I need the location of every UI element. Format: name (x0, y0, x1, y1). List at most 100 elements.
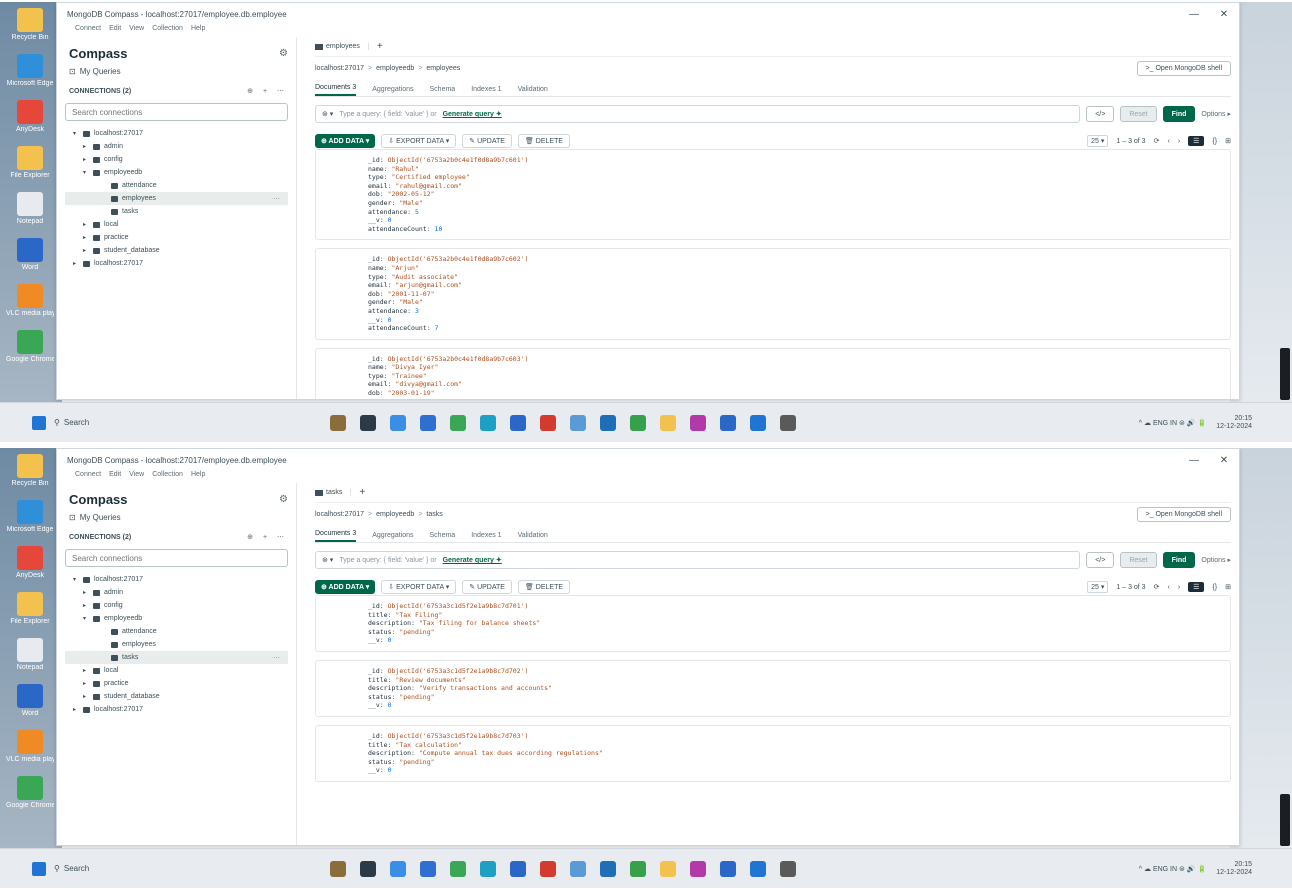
connections-actions[interactable]: ⊕ + ⋯ (247, 87, 288, 95)
desktop-icon[interactable]: File Explorer (10, 592, 50, 626)
menu-item[interactable]: Help (191, 25, 205, 37)
taskbar-app-icon[interactable] (450, 414, 466, 431)
taskbar-app-icon[interactable] (570, 860, 586, 877)
taskbar-search[interactable]: ⚲ Search (54, 864, 89, 873)
minimize-button[interactable]: — (1179, 9, 1209, 20)
export-data-button[interactable]: ⇩ EXPORT DATA ▾ (381, 134, 457, 148)
next-page-icon[interactable]: › (1178, 584, 1180, 591)
more-options-icon[interactable]: ⋯ (273, 654, 280, 662)
desktop-icon[interactable]: Google Chrome (6, 776, 54, 810)
document-card[interactable]: _id: ObjectId('6753a3c1d5f2e1a9b8c7d701'… (315, 595, 1231, 652)
subtab[interactable]: Aggregations (372, 532, 413, 542)
chevron-icon[interactable]: ▸ (83, 693, 89, 700)
tree-item[interactable]: attendance (65, 179, 288, 192)
tray-icons[interactable]: ^ ☁ ENG IN ⊜ 🔊 🔋 (1139, 419, 1206, 427)
document-card[interactable]: _id: ObjectId('6753a3c1d5f2e1a9b8c7d703'… (315, 724, 1231, 782)
collection-tab[interactable]: tasks (315, 489, 352, 496)
taskbar-app-icon[interactable] (750, 414, 766, 431)
desktop-icon[interactable]: Google Chrome (6, 330, 54, 364)
minimize-button[interactable]: — (1179, 455, 1209, 466)
update-button[interactable]: ✎ UPDATE (462, 134, 512, 148)
taskbar-app-icon[interactable] (330, 860, 346, 877)
tree-item[interactable]: attendance (65, 625, 288, 638)
chevron-icon[interactable]: ▸ (83, 247, 89, 254)
prev-page-icon[interactable]: ‹ (1167, 584, 1169, 591)
table-view-icon[interactable]: ⊞ (1225, 137, 1231, 145)
taskbar-app-icon[interactable] (540, 860, 556, 877)
query-input[interactable]: ⊛ ▾ Type a query: { field: 'value' } or Ge… (315, 551, 1081, 569)
find-button[interactable]: Find (1162, 552, 1196, 568)
breadcrumb-item[interactable]: employeedb (376, 65, 414, 72)
tree-item[interactable]: ▾ employeedb (65, 612, 288, 625)
page-size-select[interactable]: 25 ▾ (1087, 581, 1109, 593)
query-history-icon[interactable]: ⊛ ▾ (322, 110, 333, 118)
clock[interactable]: 20:15 12-12-2024 (1216, 861, 1252, 877)
taskbar-app-icon[interactable] (480, 414, 496, 431)
tree-item[interactable]: ▸ practice (65, 231, 288, 244)
taskbar-app-icon[interactable] (630, 860, 646, 877)
breadcrumb-item[interactable]: employees (426, 65, 460, 72)
add-data-button[interactable]: ⊕ ADD DATA ▾ (315, 580, 376, 594)
taskbar-app-icon[interactable] (690, 414, 706, 431)
taskbar-app-icon[interactable] (480, 860, 496, 877)
collection-tab[interactable]: employees (315, 43, 369, 50)
tree-item[interactable]: ▸ localhost:27017 (65, 257, 288, 270)
taskbar-app-icon[interactable] (720, 414, 736, 431)
tree-item[interactable]: ▾ localhost:27017 (65, 573, 288, 586)
tree-item[interactable]: ▸ student_database (65, 690, 288, 703)
desktop-icon[interactable]: VLC media player (6, 284, 54, 318)
breadcrumb-item[interactable]: tasks (426, 511, 442, 518)
chevron-icon[interactable]: ▸ (83, 234, 89, 241)
tree-item[interactable]: ▸ local (65, 664, 288, 677)
query-input[interactable]: ⊛ ▾ Type a query: { field: 'value' } or Ge… (315, 105, 1081, 123)
chevron-icon[interactable]: ▾ (83, 615, 89, 622)
new-tab-icon[interactable]: + (359, 487, 365, 498)
page-size-select[interactable]: 25 ▾ (1087, 135, 1109, 147)
taskbar-app-icon[interactable] (420, 860, 436, 877)
taskbar-app-icon[interactable] (570, 414, 586, 431)
menu-item[interactable]: Connect (75, 471, 101, 483)
tree-item[interactable]: ▸ practice (65, 677, 288, 690)
windows-start-icon[interactable] (32, 861, 46, 876)
menu-item[interactable]: Edit (109, 25, 121, 37)
search-connections-input[interactable] (65, 103, 288, 121)
subtab[interactable]: Documents 3 (315, 84, 357, 96)
widget-icon[interactable] (1280, 348, 1290, 400)
chevron-icon[interactable]: ▸ (83, 221, 89, 228)
taskbar-app-icon[interactable] (690, 860, 706, 877)
close-button[interactable]: ✕ (1209, 9, 1239, 20)
explain-button[interactable]: </> (1086, 552, 1115, 568)
tree-item[interactable]: employees (65, 638, 288, 651)
taskbar-app-icon[interactable] (510, 414, 526, 431)
breadcrumb-item[interactable]: employeedb (376, 511, 414, 518)
desktop-icon[interactable]: AnyDesk (10, 546, 50, 580)
tree-item[interactable]: ▸ admin (65, 140, 288, 153)
subtab[interactable]: Validation (518, 86, 548, 96)
chevron-icon[interactable]: ▾ (73, 576, 79, 583)
subtab[interactable]: Aggregations (372, 86, 413, 96)
chevron-icon[interactable]: ▸ (83, 156, 89, 163)
taskbar-app-icon[interactable] (780, 414, 796, 431)
menu-item[interactable]: Edit (109, 471, 121, 483)
reset-button[interactable]: Reset (1120, 106, 1157, 122)
json-view-icon[interactable]: {} (1212, 584, 1217, 591)
generate-query-link[interactable]: Generate query ✦ (443, 556, 502, 564)
chevron-icon[interactable]: ▾ (83, 169, 89, 176)
tree-item[interactable]: ▾ employeedb (65, 166, 288, 179)
tray-icons[interactable]: ^ ☁ ENG IN ⊜ 🔊 🔋 (1139, 865, 1206, 873)
desktop-icon[interactable]: Notepad (10, 638, 50, 672)
breadcrumb-item[interactable]: localhost:27017 (315, 511, 364, 518)
tree-item[interactable]: ▸ admin (65, 586, 288, 599)
desktop-icon[interactable]: VLC media player (6, 730, 54, 764)
desktop-icon[interactable]: File Explorer (10, 146, 50, 180)
desktop-icon[interactable]: AnyDesk (10, 100, 50, 134)
delete-button[interactable]: 🗑 DELETE (517, 134, 571, 148)
desktop-icon[interactable]: Recycle Bin (10, 454, 50, 488)
list-view-icon[interactable]: ☰ (1188, 136, 1205, 146)
gear-icon[interactable]: ⚙ (279, 494, 288, 505)
menu-item[interactable]: Connect (75, 25, 101, 37)
document-card[interactable]: _id: ObjectId('6753a3c1d5f2e1a9b8c7d702'… (315, 659, 1231, 717)
desktop-icon[interactable]: Word (10, 238, 50, 272)
chevron-icon[interactable]: ▾ (73, 130, 79, 137)
tree-item[interactable]: ▸ config (65, 599, 288, 612)
